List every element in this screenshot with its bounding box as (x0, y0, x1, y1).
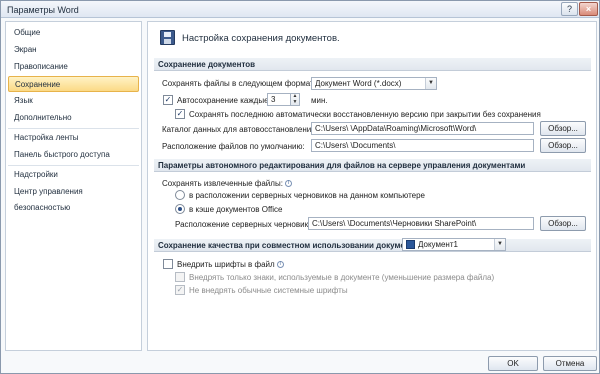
section-offline-editing: Параметры автономного редактирования для… (154, 159, 591, 172)
close-button[interactable]: × (579, 2, 598, 16)
sidebar-divider (8, 165, 139, 166)
embed-fonts-text: Внедрить шрифты в файл (177, 260, 275, 269)
floppy-disk-icon (160, 30, 175, 45)
options-dialog: Параметры Word ? × Общие Экран Правописа… (0, 0, 600, 374)
help-button[interactable]: ? (561, 2, 578, 16)
sidebar: Общие Экран Правописание Сохранение Язык… (5, 21, 142, 351)
default-location-input[interactable]: C:\Users\ \Documents\ (311, 139, 534, 152)
embed-used-chars-checkbox[interactable] (175, 272, 185, 282)
autosave-minutes-input[interactable]: 3 (267, 93, 291, 106)
radio-office-cache[interactable] (175, 204, 185, 214)
autosave-checkbox[interactable]: ✓ (163, 95, 173, 105)
no-system-fonts-checkbox[interactable]: ✓ (175, 285, 185, 295)
chevron-down-icon: ▼ (494, 239, 505, 250)
sidebar-item-language[interactable]: Язык (8, 93, 139, 109)
autosave-unit: мин. (311, 96, 328, 105)
chevron-down-icon: ▼ (425, 78, 436, 89)
window-title: Параметры Word (7, 5, 79, 15)
page-title: Настройка сохранения документов. (182, 33, 340, 44)
radio-server-drafts-label: в расположении серверных черновиков на д… (189, 191, 425, 200)
sidebar-item-general[interactable]: Общие (8, 25, 139, 41)
info-icon: i (284, 180, 292, 188)
word-document-icon (406, 240, 415, 249)
ok-button[interactable]: OK (488, 356, 538, 371)
server-drafts-path-input[interactable]: C:\Users\ \Documents\Черновики SharePoin… (308, 217, 534, 230)
embed-fonts-label: Внедрить шрифты в файл i (177, 260, 284, 269)
autorecover-path-input[interactable]: C:\Users\ \AppData\Roaming\Microsoft\Wor… (311, 122, 534, 135)
save-checked-out-label: Сохранять извлеченные файлы: i (162, 179, 292, 188)
format-select-value: Документ Word (*.docx) (315, 79, 402, 88)
autosave-spinner[interactable]: ▲ ▼ (291, 93, 300, 106)
radio-server-drafts[interactable] (175, 190, 185, 200)
sidebar-item-save[interactable]: Сохранение (8, 76, 139, 92)
sidebar-divider (8, 128, 139, 129)
sidebar-item-display[interactable]: Экран (8, 42, 139, 58)
save-options-panel: Настройка сохранения документов. Сохране… (147, 21, 597, 351)
sidebar-item-customize-ribbon[interactable]: Настройка ленты (8, 130, 139, 146)
autosave-label: Автосохранение каждые (177, 96, 269, 105)
cancel-button[interactable]: Отмена (543, 356, 597, 371)
autorecover-label: Каталог данных для автовосстановления: (162, 125, 318, 134)
keep-last-version-label: Сохранять последнюю автоматически восста… (189, 110, 541, 119)
no-system-fonts-label: Не внедрять обычные системные шрифты (189, 286, 348, 295)
embed-used-chars-label: Внедрять только знаки, используемые в до… (189, 273, 495, 282)
document-select[interactable]: Документ1 ▼ (402, 238, 506, 251)
save-checked-out-text: Сохранять извлеченные файлы: (162, 179, 283, 188)
radio-office-cache-label: в кэше документов Office (189, 205, 283, 214)
sidebar-item-quick-access[interactable]: Панель быстрого доступа (8, 147, 139, 163)
sidebar-item-trust-center[interactable]: Центр управления безопасностью (8, 184, 139, 212)
keep-last-version-checkbox[interactable]: ✓ (175, 109, 185, 119)
section-preserve-fidelity: Сохранение качества при совместном испол… (154, 239, 591, 252)
sidebar-item-proofing[interactable]: Правописание (8, 59, 139, 75)
default-location-label: Расположение файлов по умолчанию: (162, 142, 305, 151)
sidebar-item-advanced[interactable]: Дополнительно (8, 110, 139, 126)
browse-default-button[interactable]: Обзор... (540, 138, 586, 153)
title-bar: Параметры Word ? × (1, 1, 599, 18)
format-select[interactable]: Документ Word (*.docx) ▼ (311, 77, 437, 90)
sidebar-item-addins[interactable]: Надстройки (8, 167, 139, 183)
server-drafts-label: Расположение серверных черновиков: (175, 220, 320, 229)
embed-fonts-checkbox[interactable] (163, 259, 173, 269)
info-icon: i (276, 261, 284, 269)
section-save-documents: Сохранение документов (154, 58, 591, 71)
format-label: Сохранять файлы в следующем формате: (162, 79, 321, 88)
browse-drafts-button[interactable]: Обзор... (540, 216, 586, 231)
browse-autorecover-button[interactable]: Обзор... (540, 121, 586, 136)
